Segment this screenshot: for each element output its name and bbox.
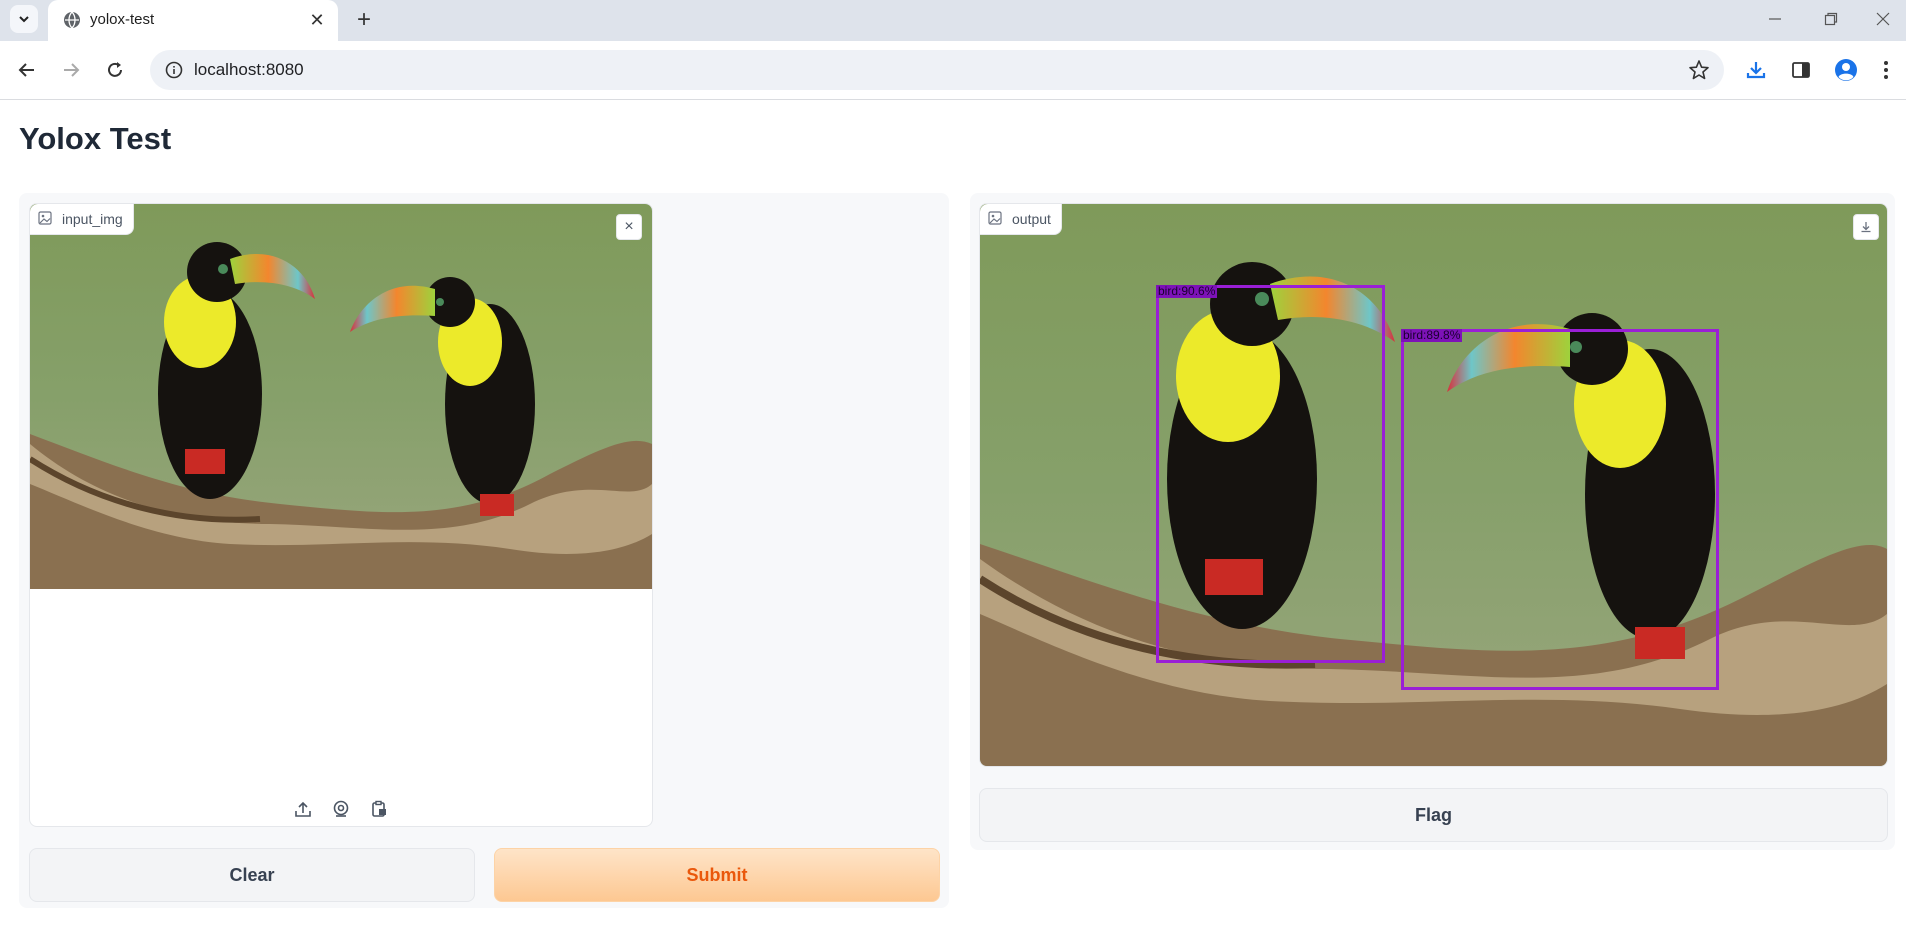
submit-button[interactable]: Submit xyxy=(494,848,940,902)
close-window-icon[interactable] xyxy=(1860,5,1906,33)
profile-avatar-icon[interactable] xyxy=(1831,55,1861,85)
flag-button[interactable]: Flag xyxy=(979,788,1888,842)
clear-button[interactable]: Clear xyxy=(29,848,475,902)
toucan-photo xyxy=(30,204,652,589)
input-image-block[interactable]: input_img × xyxy=(29,203,653,827)
output-photo: bird:90.6% bird:89.8% xyxy=(980,204,1887,766)
browser-tab-bar: yolox-test ✕ + xyxy=(0,0,1906,41)
url-text: localhost:8080 xyxy=(194,60,304,79)
input-photo xyxy=(30,204,652,589)
output-label-text: output xyxy=(1012,211,1051,227)
detection-label: bird:90.6% xyxy=(1156,284,1218,298)
input-label: input_img xyxy=(30,204,134,235)
forward-icon[interactable] xyxy=(56,55,86,85)
close-icon: × xyxy=(624,218,634,235)
input-label-text: input_img xyxy=(62,211,123,227)
input-panel: input_img × Clear Submit xyxy=(19,193,949,908)
restore-icon[interactable] xyxy=(1808,5,1854,33)
globe-icon xyxy=(64,11,80,29)
image-icon xyxy=(38,211,54,227)
page-title: Yolox Test xyxy=(19,121,172,156)
minimize-icon[interactable] xyxy=(1752,5,1798,33)
new-tab-button[interactable]: + xyxy=(350,6,378,34)
tab-search-button[interactable] xyxy=(10,5,38,33)
download-icon xyxy=(1861,222,1871,233)
reload-icon[interactable] xyxy=(100,55,130,85)
detection-box: bird:90.6% xyxy=(1156,285,1385,663)
webcam-icon[interactable] xyxy=(328,796,354,822)
detection-label: bird:89.8% xyxy=(1401,328,1463,342)
download-icon[interactable] xyxy=(1741,55,1771,85)
info-icon[interactable] xyxy=(164,60,184,80)
remove-image-button[interactable]: × xyxy=(616,214,642,240)
clipboard-icon[interactable] xyxy=(366,796,392,822)
chevron-down-icon xyxy=(19,16,29,23)
image-icon xyxy=(988,211,1004,227)
menu-kebab-icon[interactable] xyxy=(1871,55,1901,85)
address-bar[interactable]: localhost:8080 xyxy=(150,50,1724,90)
source-toolbar xyxy=(30,796,652,822)
bookmark-star-icon[interactable] xyxy=(1688,59,1710,81)
output-image-block: output bird:90.6% bird:89.8% xyxy=(979,203,1888,767)
upload-icon[interactable] xyxy=(290,796,316,822)
browser-toolbar: localhost:8080 xyxy=(0,41,1906,100)
side-panel-icon[interactable] xyxy=(1786,55,1816,85)
tab-title: yolox-test xyxy=(90,11,155,28)
close-icon[interactable]: ✕ xyxy=(306,9,328,31)
back-icon[interactable] xyxy=(12,55,42,85)
detection-box: bird:89.8% xyxy=(1401,329,1719,690)
output-label: output xyxy=(980,204,1062,235)
download-output-button[interactable] xyxy=(1853,214,1879,240)
browser-tab[interactable]: yolox-test ✕ xyxy=(48,0,338,41)
output-panel: output bird:90.6% bird:89.8% Flag xyxy=(970,193,1895,850)
